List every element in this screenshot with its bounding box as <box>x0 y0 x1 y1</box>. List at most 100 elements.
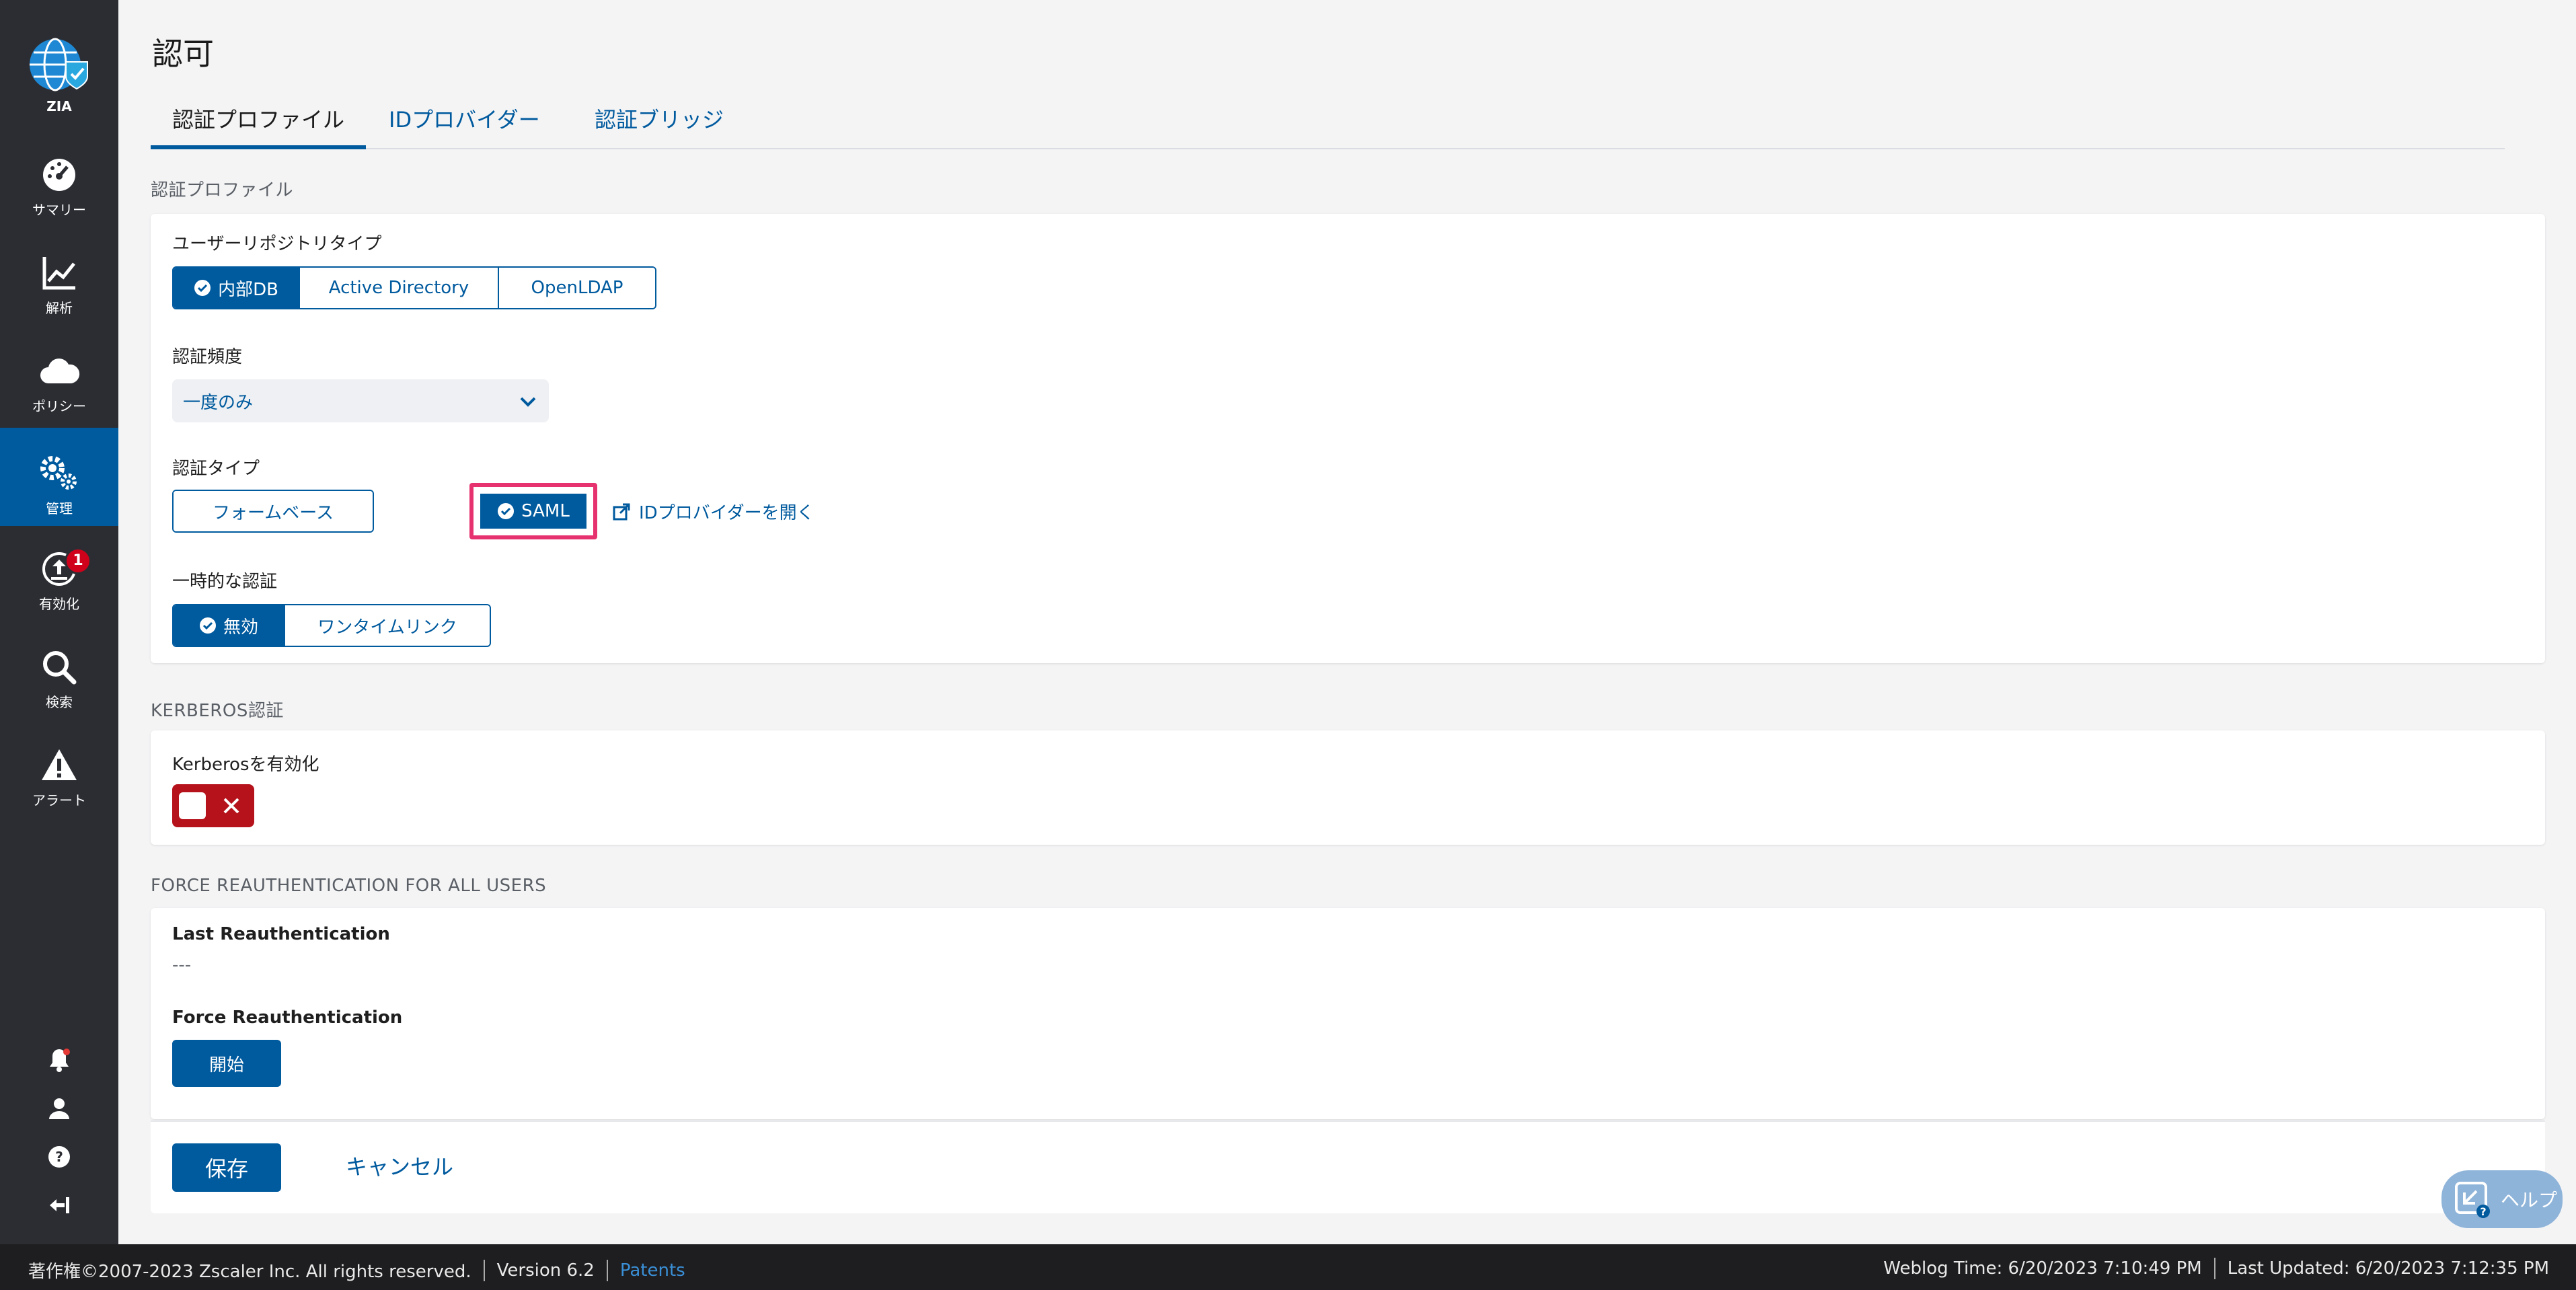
temp-auth-label: 一時的な認証 <box>172 572 278 592</box>
frequency-label: 認証頻度 <box>172 347 243 367</box>
page-title: 認可 <box>152 36 214 72</box>
auth-option-form-based[interactable]: フォームベース <box>174 491 373 531</box>
last-updated: Last Updated: 6/20/2023 7:12:35 PM <box>2227 1258 2549 1279</box>
save-button[interactable]: 保存 <box>172 1143 281 1192</box>
alert-icon <box>42 749 77 780</box>
user-icon <box>49 1098 69 1119</box>
option-label: 内部DB <box>218 279 278 300</box>
link-label: IDプロバイダーを開く <box>639 503 815 523</box>
sidebar-item-label: ポリシー <box>32 398 86 414</box>
section-title-auth-profile: 認証プロファイル <box>151 180 294 200</box>
copyright-text: 著作権©2007-2023 Zscaler Inc. All rights re… <box>28 1262 471 1282</box>
sidebar: ZIA サマリー 解析 ポリシー 管理 1 有効化 検索 アラート ? <box>0 0 118 1244</box>
option-label: OpenLDAP <box>531 278 623 298</box>
repo-type-label: ユーザーリポジトリタイプ <box>172 234 382 254</box>
saml-highlight-frame: SAML <box>469 483 597 539</box>
sidebar-item-activation[interactable]: 1 有効化 <box>0 542 118 640</box>
frequency-select[interactable]: 一度のみ <box>172 379 549 422</box>
divider <box>483 1259 485 1281</box>
svg-text:?: ? <box>55 1149 63 1165</box>
version-text: Version 6.2 <box>496 1260 595 1281</box>
last-reauth-label: Last Reauthentication <box>172 924 390 944</box>
action-bar: 保存 キャンセル <box>151 1121 2545 1213</box>
svg-text:?: ? <box>2480 1205 2486 1218</box>
toggle-knob <box>179 792 206 819</box>
notifications-button[interactable] <box>0 1041 118 1079</box>
sidebar-item-label: 解析 <box>46 300 73 316</box>
option-label: Active Directory <box>328 278 469 298</box>
option-label: フォームベース <box>213 502 334 523</box>
check-circle-icon <box>498 503 515 519</box>
open-idp-link[interactable]: IDプロバイダーを開く <box>612 499 815 524</box>
auth-type-selector: フォームベース <box>172 490 374 533</box>
force-reauth-label: Force Reauthentication <box>172 1008 403 1028</box>
option-label: 無効 <box>223 617 258 638</box>
globe-check-icon <box>30 38 88 91</box>
temp-option-disabled[interactable]: 無効 <box>174 605 285 646</box>
force-reauth-card: Last Reauthentication --- Force Reauthen… <box>151 908 2545 1119</box>
logout-icon <box>50 1197 69 1213</box>
auth-profile-card: ユーザーリポジトリタイプ 内部DB Active Directory OpenL… <box>151 214 2545 663</box>
frequency-value: 一度のみ <box>183 392 254 413</box>
auth-option-saml[interactable]: SAML <box>480 494 586 529</box>
option-label: ワンタイムリンク <box>317 617 457 638</box>
repo-type-selector: 内部DB Active Directory OpenLDAP <box>172 266 656 309</box>
cloud-icon <box>40 358 80 383</box>
line-chart-icon <box>42 257 75 290</box>
tab-auth-bridge[interactable]: 認証ブリッジ <box>573 101 745 149</box>
option-label: SAML <box>521 501 570 521</box>
sidebar-item-label: 検索 <box>46 694 73 710</box>
footer: 著作権©2007-2023 Zscaler Inc. All rights re… <box>0 1244 2576 1290</box>
sidebar-item-summary[interactable]: サマリー <box>0 148 118 246</box>
user-button[interactable] <box>0 1090 118 1127</box>
check-circle-icon <box>199 617 216 634</box>
last-reauth-value: --- <box>172 955 192 975</box>
tab-auth-profile[interactable]: 認証プロファイル <box>151 101 367 149</box>
cancel-button[interactable]: キャンセル <box>346 1150 453 1181</box>
temp-auth-selector: 無効 ワンタイムリンク <box>172 604 491 647</box>
logout-button[interactable] <box>0 1186 118 1224</box>
external-link-icon <box>613 503 630 520</box>
search-icon <box>43 651 77 685</box>
start-reauth-button[interactable]: 開始 <box>172 1040 281 1087</box>
kerberos-card: Kerberosを有効化 <box>151 730 2545 845</box>
sidebar-item-admin[interactable]: 管理 <box>0 428 118 526</box>
help-expand-icon: ? <box>2455 1182 2490 1218</box>
section-title-kerberos: KERBEROS認証 <box>151 701 284 721</box>
auth-type-label: 認証タイプ <box>172 459 260 479</box>
sidebar-item-label: サマリー <box>32 202 86 218</box>
chevron-down-icon <box>520 397 536 407</box>
divider <box>2213 1258 2215 1279</box>
sidebar-item-label: 有効化 <box>39 596 79 612</box>
temp-option-one-time-link[interactable]: ワンタイムリンク <box>285 605 490 646</box>
bell-icon <box>50 1049 70 1072</box>
divider <box>606 1259 608 1281</box>
main-content: 認可 認証プロファイル IDプロバイダー 認証ブリッジ 認証プロファイル ユーザ… <box>118 0 2576 1244</box>
patents-link[interactable]: Patents <box>620 1260 685 1281</box>
sidebar-item-label: アラート <box>32 792 86 808</box>
kerberos-enable-label: Kerberosを有効化 <box>172 755 319 775</box>
activation-badge: 1 <box>65 547 91 574</box>
sidebar-item-alerts[interactable]: アラート <box>0 738 118 837</box>
help-label: ヘルプ <box>2501 1189 2558 1211</box>
zia-logo[interactable]: ZIA <box>0 35 118 116</box>
close-icon <box>223 798 239 814</box>
weblog-time: Weblog Time: 6/20/2023 7:10:49 PM <box>1883 1258 2202 1279</box>
repo-option-openldap[interactable]: OpenLDAP <box>499 268 655 308</box>
repo-option-active-directory[interactable]: Active Directory <box>300 268 499 308</box>
dashboard-icon <box>43 159 75 191</box>
sidebar-item-analytics[interactable]: 解析 <box>0 246 118 344</box>
help-circle-icon: ? <box>48 1146 70 1168</box>
help-floating-button[interactable]: ? ヘルプ <box>2441 1170 2563 1228</box>
gears-icon <box>40 456 77 490</box>
help-menu-button[interactable]: ? <box>0 1138 118 1176</box>
tab-bar: 認証プロファイル IDプロバイダー 認証ブリッジ <box>151 101 2505 149</box>
repo-option-internal-db[interactable]: 内部DB <box>174 268 300 308</box>
section-title-force-reauth: FORCE REAUTHENTICATION FOR ALL USERS <box>151 876 547 896</box>
check-circle-icon <box>194 280 211 296</box>
sidebar-item-search[interactable]: 検索 <box>0 640 118 738</box>
sidebar-item-label: 管理 <box>46 500 73 517</box>
kerberos-toggle[interactable] <box>172 784 254 827</box>
logo-label: ZIA <box>46 98 72 114</box>
tab-id-provider[interactable]: IDプロバイダー <box>367 101 562 149</box>
